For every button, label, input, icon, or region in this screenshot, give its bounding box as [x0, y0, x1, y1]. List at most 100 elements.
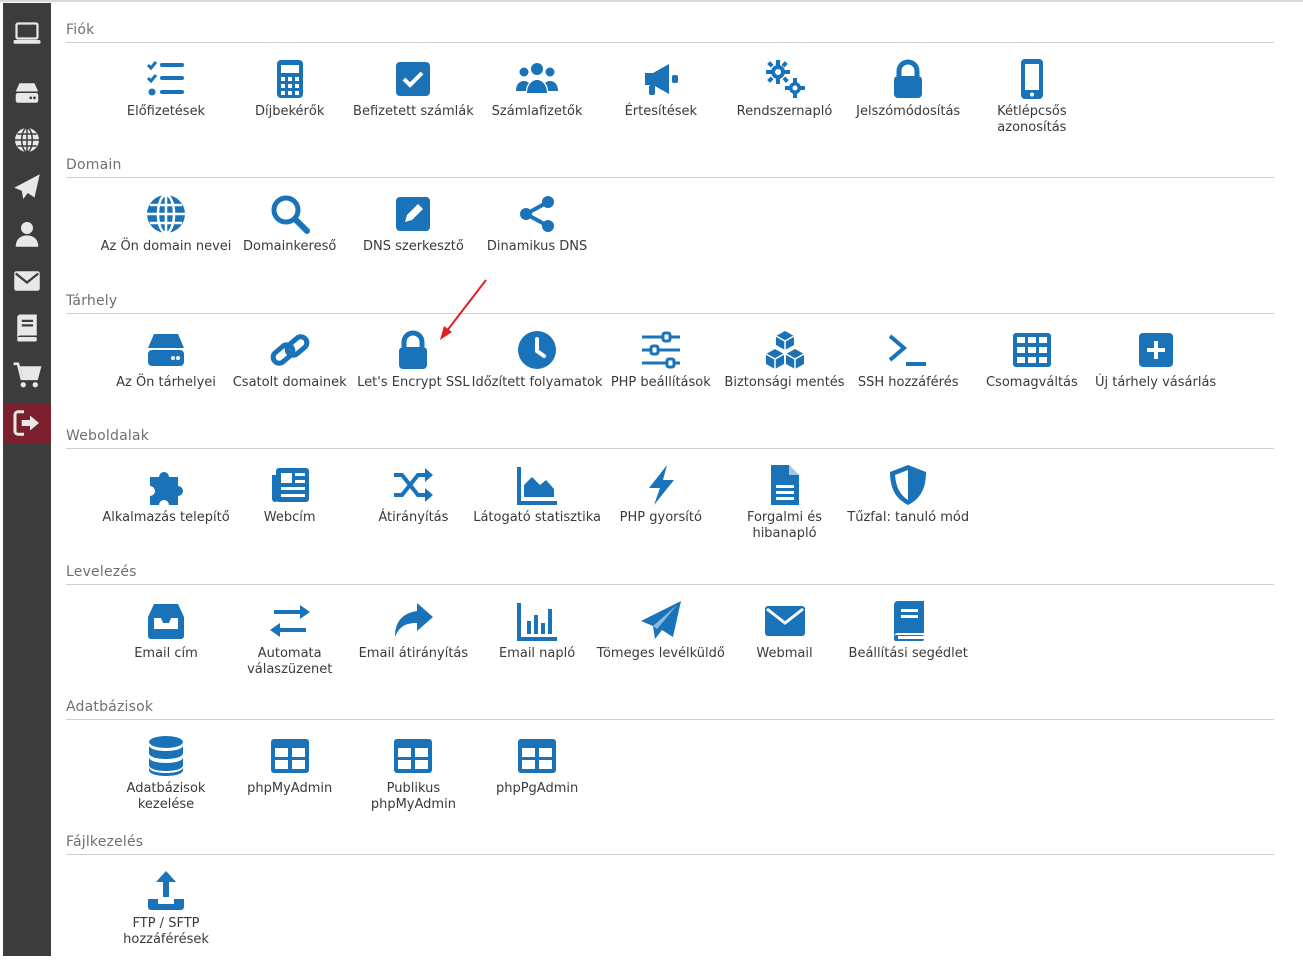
tile-share[interactable]: Dinamikus DNS	[475, 189, 599, 299]
tile-globe[interactable]: Az Ön domain nevei	[101, 189, 231, 299]
link-icon	[268, 328, 312, 372]
tile-label: Email napló	[498, 646, 576, 661]
tile-exchange[interactable]: Automata válaszüzenet	[228, 596, 352, 706]
tile-file[interactable]: Forgalmi és hibanapló	[723, 460, 847, 570]
globe-icon	[144, 192, 188, 236]
sidebar-item-user[interactable]	[3, 214, 51, 254]
paper-plane-icon	[12, 172, 42, 202]
hdd-icon	[144, 328, 188, 372]
checkbox-icon	[391, 57, 435, 101]
tile-plus-square[interactable]: Új tárhely vásárlás	[1094, 325, 1218, 435]
sidebar-item-logout[interactable]	[3, 403, 51, 443]
tile-label: Forgalmi és hibanapló	[746, 510, 823, 541]
section-divider	[66, 313, 1274, 314]
mobile-icon	[1010, 57, 1054, 101]
tile-sliders[interactable]: PHP beállítások	[599, 325, 723, 435]
tile-database[interactable]: Adatbázisok kezelése	[104, 731, 228, 841]
cart-icon	[12, 360, 42, 390]
tile-table[interactable]: phpPgAdmin	[475, 731, 599, 841]
tile-forward[interactable]: Email átirányítás	[351, 596, 475, 706]
sidebar-item-paper-plane[interactable]	[3, 167, 51, 207]
tile-label: Alkalmazás telepítő	[102, 510, 230, 525]
sidebar-item-book[interactable]	[3, 308, 51, 348]
sliders-icon	[639, 328, 683, 372]
tile-label: SSH hozzáférés	[857, 375, 959, 390]
tile-table[interactable]: phpMyAdmin	[228, 731, 352, 841]
tile-label: Tűzfal: tanuló mód	[847, 510, 970, 525]
sidebar-item-laptop[interactable]	[3, 14, 51, 54]
users-icon	[515, 57, 559, 101]
tile-label: DNS szerkesztő	[363, 239, 464, 254]
tile-link[interactable]: Csatolt domainek	[228, 325, 352, 435]
search-icon	[268, 192, 312, 236]
tile-hdd[interactable]: Az Ön tárhelyei	[104, 325, 228, 435]
tile-shield[interactable]: Tűzfal: tanuló mód	[846, 460, 970, 570]
tile-puzzle[interactable]: Alkalmazás telepítő	[102, 460, 230, 570]
tile-inbox[interactable]: Email cím	[104, 596, 228, 706]
section-4: Levelezés Email cím Automata válaszüzenet E…	[66, 564, 1274, 694]
tile-gears[interactable]: Rendszernapló	[723, 54, 847, 164]
tile-edit[interactable]: DNS szerkesztő	[351, 189, 475, 299]
tile-lock[interactable]: Jelszómódosítás	[846, 54, 970, 164]
sidebar-item-envelope[interactable]	[3, 261, 51, 301]
tile-label: Webcím	[263, 510, 316, 525]
tile-envelope[interactable]: Webmail	[723, 596, 847, 706]
file-icon	[763, 463, 807, 507]
user-icon	[12, 219, 42, 249]
tile-mobile[interactable]: Kétlépcsős azonosítás	[970, 54, 1094, 164]
lock-icon	[886, 57, 930, 101]
tile-checkbox[interactable]: Befizetett számlák	[351, 54, 475, 164]
tile-clock[interactable]: Időzített folyamatok	[472, 325, 603, 435]
sidebar-item-server[interactable]	[3, 73, 51, 113]
sidebar-item-cart[interactable]	[3, 355, 51, 395]
tile-megaphone[interactable]: Értesítések	[599, 54, 723, 164]
tile-shuffle[interactable]: Átirányítás	[351, 460, 475, 570]
tile-label: Automata válaszüzenet	[247, 646, 333, 677]
section-title: Fiók	[66, 22, 95, 38]
tile-label: Időzített folyamatok	[471, 375, 603, 390]
upload-icon	[144, 869, 188, 913]
tile-lock[interactable]: Let's Encrypt SSL	[351, 325, 475, 435]
tile-users[interactable]: Számlafizetők	[475, 54, 599, 164]
laptop-icon	[12, 19, 42, 49]
puzzle-icon	[144, 463, 188, 507]
share-icon	[515, 192, 559, 236]
section-divider	[66, 584, 1274, 585]
cubes-icon	[763, 328, 807, 372]
checklist-icon	[144, 57, 188, 101]
tile-terminal[interactable]: SSH hozzáférés	[846, 325, 970, 435]
newspaper-icon	[268, 463, 312, 507]
tile-newspaper[interactable]: Webcím	[228, 460, 352, 570]
tile-checklist[interactable]: Előfizetések	[104, 54, 228, 164]
tile-label: PHP gyorsító	[619, 510, 702, 525]
tile-area-chart[interactable]: Látogató statisztika	[473, 460, 601, 570]
tile-bar-chart[interactable]: Email napló	[475, 596, 599, 706]
tile-label: Biztonsági mentés	[724, 375, 845, 390]
tile-label: Tömeges levélküldő	[596, 646, 725, 661]
section-divider	[66, 448, 1274, 449]
section-divider	[66, 177, 1274, 178]
tile-label: Előfizetések	[126, 104, 206, 119]
tile-search[interactable]: Domainkereső	[228, 189, 352, 299]
table-icon	[268, 734, 312, 778]
tile-grid[interactable]: Csomagváltás	[970, 325, 1094, 435]
area-chart-icon	[515, 463, 559, 507]
tile-label: Csomagváltás	[985, 375, 1078, 390]
tile-upload[interactable]: FTP / SFTP hozzáférések	[104, 866, 228, 976]
tile-bolt[interactable]: PHP gyorsító	[599, 460, 723, 570]
sidebar-item-globe[interactable]	[3, 120, 51, 160]
section-divider	[66, 42, 1274, 43]
top-border	[0, 0, 1303, 2]
tile-book[interactable]: Beállítási segédlet	[846, 596, 970, 706]
tile-cubes[interactable]: Biztonsági mentés	[723, 325, 847, 435]
terminal-icon	[886, 328, 930, 372]
tile-label: Új tárhely vásárlás	[1094, 375, 1217, 390]
table-icon	[391, 734, 435, 778]
tile-label: Jelszómódosítás	[856, 104, 961, 119]
section-0: Fiók Előfizetések Díjbekérők Befizetett szá…	[66, 22, 1274, 152]
tile-paper-plane[interactable]: Tömeges levélküldő	[597, 596, 725, 706]
tile-calculator[interactable]: Díjbekérők	[228, 54, 352, 164]
logout-icon	[12, 408, 42, 438]
tile-table[interactable]: Publikus phpMyAdmin	[351, 731, 475, 841]
tile-label: Rendszernapló	[736, 104, 833, 119]
